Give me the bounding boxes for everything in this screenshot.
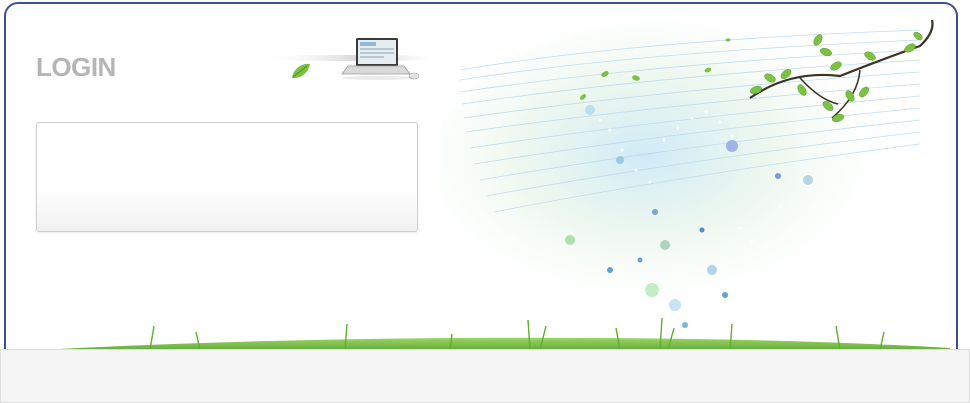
world-map-decoration [440,19,934,328]
laptop-icon [341,38,420,80]
footer-bar [0,349,970,403]
grass-decoration [40,318,950,352]
page-title: LOGIN [36,52,116,82]
leaf-icon [292,63,310,79]
login-form-panel [36,122,418,232]
